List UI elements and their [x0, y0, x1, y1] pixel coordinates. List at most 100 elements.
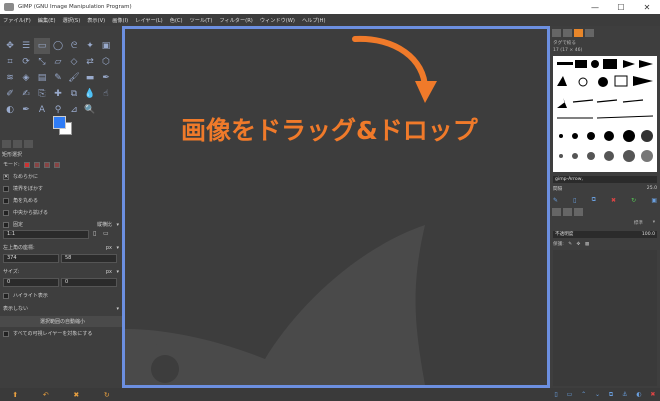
paths-tool-icon[interactable]: ✒: [18, 102, 34, 118]
lasso-tool-icon[interactable]: ᘓ: [66, 38, 82, 54]
duplicate-layer-icon[interactable]: ⧉: [609, 391, 613, 399]
airbrush-tool-icon[interactable]: ✒: [98, 70, 114, 86]
chevron-down-icon[interactable]: ▾: [116, 269, 119, 275]
chevron-down-icon[interactable]: ▾: [116, 245, 119, 251]
foreground-select-tool-icon[interactable]: ▣: [98, 38, 114, 54]
shrink-button[interactable]: 選択範囲の自動縮小: [0, 316, 122, 327]
chevron-down-icon[interactable]: ▾: [116, 306, 119, 312]
aspect-portrait-icon[interactable]: ▯: [93, 230, 96, 237]
gradient-tool-icon[interactable]: ▤: [34, 70, 50, 86]
spacing-value[interactable]: 25.0: [647, 186, 657, 191]
shear-tool-icon[interactable]: ▱: [50, 54, 66, 70]
new-layer-icon[interactable]: ▯: [554, 391, 557, 398]
color-swatches[interactable]: [50, 116, 74, 138]
expand-center-row[interactable]: 中央から拡げる: [0, 207, 122, 218]
position-y-field[interactable]: 58: [61, 254, 117, 263]
mode-subtract-icon[interactable]: [43, 161, 50, 168]
perspective-tool-icon[interactable]: ◇: [66, 54, 82, 70]
highlight-row[interactable]: ハイライト表示: [0, 290, 122, 301]
smudge-tool-icon[interactable]: ☝: [98, 86, 114, 102]
position-unit[interactable]: px: [106, 245, 112, 251]
fonts-tab-icon[interactable]: [574, 29, 583, 37]
scale-tool-icon[interactable]: ⤡: [34, 54, 50, 70]
ink-tool-icon[interactable]: ✐: [2, 86, 18, 102]
fixed-checkbox[interactable]: [3, 221, 9, 228]
brush-name-field[interactable]: gimp-Arrow,: [553, 176, 657, 183]
expand-center-checkbox[interactable]: [3, 209, 9, 216]
feather-row[interactable]: 境界をぼかす: [0, 183, 122, 194]
image-canvas-dropzone[interactable]: 画像をドラッグ&ドロップ: [122, 26, 550, 388]
layer-list[interactable]: [553, 250, 657, 386]
paths-tab-icon[interactable]: [574, 208, 583, 216]
bucket-fill-tool-icon[interactable]: ◈: [18, 70, 34, 86]
perspective-clone-tool-icon[interactable]: ⧉: [66, 86, 82, 102]
minimize-button[interactable]: —: [582, 0, 608, 14]
antialias-checkbox[interactable]: ✕: [3, 173, 9, 180]
fixed-row[interactable]: 固定 縦横比 ▾: [0, 219, 122, 230]
fuzzy-select-tool-icon[interactable]: ✦: [82, 38, 98, 54]
aspect-landscape-icon[interactable]: ▭: [103, 230, 109, 237]
delete-options-icon[interactable]: ✖: [73, 391, 79, 399]
layers-tab-icon[interactable]: [552, 208, 561, 216]
cage-tool-icon[interactable]: ⬡: [98, 54, 114, 70]
clone-tool-icon[interactable]: ⎘: [34, 86, 50, 102]
restore-options-icon[interactable]: ↶: [43, 391, 49, 399]
heal-tool-icon[interactable]: ✚: [50, 86, 66, 102]
position-x-field[interactable]: 374: [3, 254, 59, 263]
mask-layer-icon[interactable]: ◐: [636, 391, 641, 398]
menu-view[interactable]: 表示(V): [87, 17, 105, 24]
size-width-field[interactable]: 0: [3, 278, 59, 287]
lower-layer-icon[interactable]: ⌄: [595, 391, 600, 398]
refresh-brushes-icon[interactable]: ↻: [631, 197, 636, 204]
guides-row[interactable]: 表示しない ▾: [0, 303, 122, 314]
menu-filters[interactable]: フィルター(R): [219, 17, 253, 24]
paintbrush-tool-icon[interactable]: 🖌: [66, 70, 82, 86]
duplicate-brush-icon[interactable]: ⧉: [592, 196, 596, 204]
mode-intersect-icon[interactable]: [53, 161, 60, 168]
eraser-tool-icon[interactable]: ▬: [82, 70, 98, 86]
menu-tools[interactable]: ツール(T): [190, 17, 213, 24]
document-history-tab-icon[interactable]: [585, 29, 594, 37]
text-tool-icon[interactable]: A: [34, 102, 50, 118]
merged-checkbox[interactable]: [3, 330, 9, 337]
blur-tool-icon[interactable]: 💧: [82, 86, 98, 102]
mode-add-icon[interactable]: [33, 161, 40, 168]
menu-help[interactable]: ヘルプ(H): [302, 17, 326, 24]
layer-mode-dropdown[interactable]: 標準: [634, 220, 643, 226]
edit-brush-icon[interactable]: ✎: [553, 197, 558, 204]
menu-edit[interactable]: 編集(E): [38, 17, 56, 24]
rotate-tool-icon[interactable]: ⟳: [18, 54, 34, 70]
pencil-tool-icon[interactable]: ✎: [50, 70, 66, 86]
crop-tool-icon[interactable]: ⌗: [2, 54, 18, 70]
menu-image[interactable]: 画像(I): [112, 17, 128, 24]
merged-row[interactable]: すべての可視レイヤーを対象にする: [0, 328, 122, 339]
menu-colors[interactable]: 色(C): [170, 17, 183, 24]
delete-brush-icon[interactable]: ✖: [611, 197, 616, 204]
close-button[interactable]: ✕: [634, 0, 660, 14]
ratio-field[interactable]: 1:1: [3, 230, 89, 239]
delete-layer-icon[interactable]: ✖: [650, 391, 655, 398]
rect-select-tool-icon[interactable]: ▭: [34, 38, 50, 54]
open-brush-icon[interactable]: ▣: [651, 197, 657, 204]
move-tool-icon[interactable]: ✥: [2, 38, 18, 54]
warp-tool-icon[interactable]: ≋: [2, 70, 18, 86]
channels-tab-icon[interactable]: [563, 208, 572, 216]
antialias-row[interactable]: ✕ なめらかに: [0, 171, 122, 182]
layer-mode-row[interactable]: 標準 ▾: [553, 220, 657, 228]
device-status-tab-icon[interactable]: [13, 140, 22, 148]
brushes-tab-icon[interactable]: [552, 29, 561, 37]
raise-layer-icon[interactable]: ⌃: [581, 391, 586, 398]
flip-tool-icon[interactable]: ⇄: [82, 54, 98, 70]
lock-pixels-icon[interactable]: ✎: [568, 242, 572, 247]
patterns-tab-icon[interactable]: [563, 29, 572, 37]
chevron-down-icon[interactable]: ▾: [653, 220, 655, 225]
align-tool-icon[interactable]: ☰: [18, 38, 34, 54]
menu-file[interactable]: ファイル(F): [3, 17, 31, 24]
feather-checkbox[interactable]: [3, 185, 9, 192]
rounded-row[interactable]: 角を丸める: [0, 195, 122, 206]
size-unit[interactable]: px: [106, 269, 112, 275]
dodge-tool-icon[interactable]: ◐: [2, 102, 18, 118]
maximize-button[interactable]: ☐: [608, 0, 634, 14]
lock-alpha-icon[interactable]: ▩: [585, 242, 589, 247]
undo-history-tab-icon[interactable]: [24, 140, 33, 148]
